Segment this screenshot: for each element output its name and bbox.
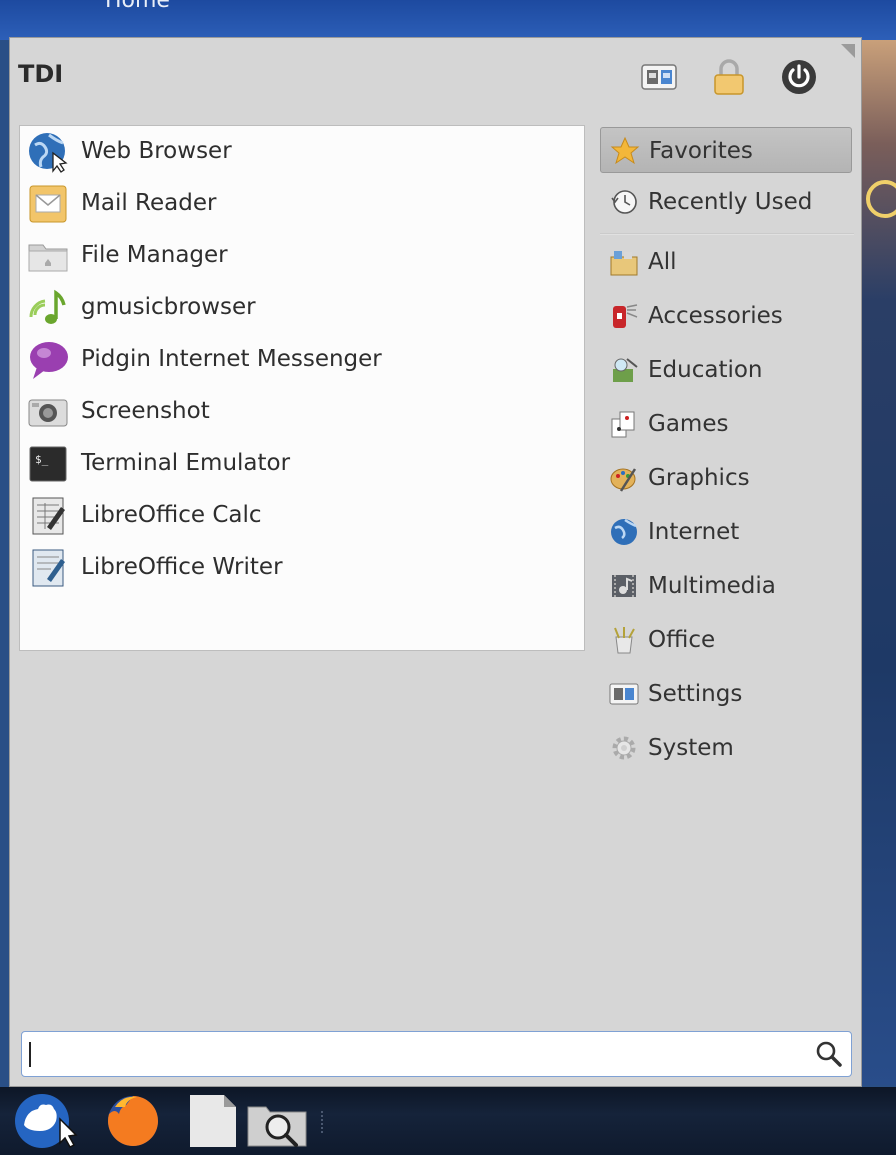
globe-icon (611, 518, 637, 545)
web-browser-icon (29, 133, 68, 173)
app-label: Screenshot (81, 398, 210, 424)
desktop-home-label: Home (105, 0, 170, 13)
star-icon (610, 136, 640, 165)
app-item-libreoffice-writer[interactable]: LibreOffice Writer (20, 542, 584, 594)
category-graphics[interactable]: Graphics (600, 455, 852, 501)
category-multimedia[interactable]: Multimedia (600, 563, 852, 609)
desktop-wallpaper (856, 40, 896, 1085)
category-recently-used[interactable]: Recently Used (600, 179, 852, 225)
category-label: Education (648, 357, 763, 383)
app-label: File Manager (81, 242, 228, 268)
office-icon (614, 627, 635, 654)
app-item-gmusicbrowser[interactable]: gmusicbrowser (20, 282, 584, 334)
power-icon (782, 60, 816, 94)
file-manager-icon (28, 244, 68, 272)
desktop-top-strip: Home (0, 0, 896, 40)
multimedia-icon (612, 575, 636, 597)
app-item-file-manager[interactable]: File Manager (20, 230, 584, 282)
app-label: Web Browser (81, 138, 232, 164)
accessories-icon (613, 304, 638, 328)
category-label: Graphics (648, 465, 750, 491)
app-item-pidgin[interactable]: Pidgin Internet Messenger (20, 334, 584, 386)
app-item-libreoffice-calc[interactable]: LibreOffice Calc (20, 490, 584, 542)
libreoffice-writer-icon (32, 549, 65, 587)
category-favorites[interactable]: Favorites (600, 127, 852, 173)
category-games[interactable]: Games (600, 401, 852, 447)
libreoffice-calc-icon (32, 497, 65, 535)
application-list: Web Browser Mail Reader File Manager gmu… (19, 125, 585, 651)
category-office[interactable]: Office (600, 617, 852, 663)
settings-icon (609, 683, 639, 705)
search-input[interactable] (21, 1031, 852, 1077)
music-note-icon (29, 289, 66, 324)
camera-icon (28, 399, 68, 427)
lock-screen-button[interactable] (710, 58, 748, 96)
category-settings[interactable]: Settings (600, 671, 852, 717)
category-system[interactable]: System (600, 725, 852, 771)
games-icon (611, 411, 635, 438)
education-icon (613, 358, 638, 382)
pidgin-icon (30, 342, 68, 379)
category-separator (600, 233, 854, 235)
app-label: Mail Reader (81, 190, 217, 216)
category-label: Office (648, 627, 716, 653)
app-item-screenshot[interactable]: Screenshot (20, 386, 584, 438)
settings-manager-button[interactable] (640, 58, 678, 96)
text-cursor (29, 1042, 31, 1067)
all-apps-icon (610, 251, 638, 276)
category-label: Settings (648, 681, 743, 707)
application-menu: TDI Web Browser Mail Reader File Manager… (9, 37, 862, 1087)
category-label: Recently Used (648, 189, 813, 215)
category-education[interactable]: Education (600, 347, 852, 393)
whisker-menu-button[interactable] (12, 1093, 78, 1149)
blank-file-icon (190, 1095, 236, 1147)
firefox-button[interactable] (105, 1093, 161, 1149)
wallpaper-decoration (866, 180, 896, 218)
power-button[interactable] (780, 58, 818, 96)
app-label: LibreOffice Calc (81, 502, 262, 528)
graphics-icon (610, 468, 637, 492)
mail-reader-icon (29, 185, 67, 223)
category-label: Favorites (649, 138, 753, 164)
app-label: gmusicbrowser (81, 294, 256, 320)
resize-grip-icon[interactable] (841, 44, 855, 58)
taskbar-separator (321, 1111, 326, 1133)
app-finder-icon (247, 1106, 307, 1147)
blank-file-button[interactable] (186, 1093, 242, 1149)
firefox-icon (108, 1096, 158, 1146)
category-label: System (648, 735, 734, 761)
app-item-terminal[interactable]: $_ Terminal Emulator (20, 438, 584, 490)
app-item-mail-reader[interactable]: Mail Reader (20, 178, 584, 230)
search-icon[interactable] (815, 1040, 843, 1068)
category-internet[interactable]: Internet (600, 509, 852, 555)
category-label: Accessories (648, 303, 783, 329)
gear-icon (612, 736, 636, 760)
app-finder-button[interactable] (246, 1093, 307, 1149)
category-label: Games (648, 411, 729, 437)
app-label: LibreOffice Writer (81, 554, 283, 580)
category-label: Multimedia (648, 573, 776, 599)
user-name: TDI (18, 60, 64, 88)
category-label: All (648, 249, 677, 275)
app-item-web-browser[interactable]: Web Browser (20, 126, 584, 178)
lock-screen-icon (714, 59, 744, 95)
app-label: Pidgin Internet Messenger (81, 346, 382, 372)
category-all[interactable]: All (600, 239, 852, 285)
taskbar (0, 1087, 896, 1155)
terminal-icon: $_ (29, 446, 67, 482)
category-label: Internet (648, 519, 740, 545)
settings-manager-icon (641, 64, 677, 90)
app-label: Terminal Emulator (81, 450, 291, 476)
svg-text:$_: $_ (35, 453, 49, 466)
clock-icon (611, 190, 637, 214)
whisker-menu-icon (15, 1094, 78, 1148)
category-accessories[interactable]: Accessories (600, 293, 852, 339)
